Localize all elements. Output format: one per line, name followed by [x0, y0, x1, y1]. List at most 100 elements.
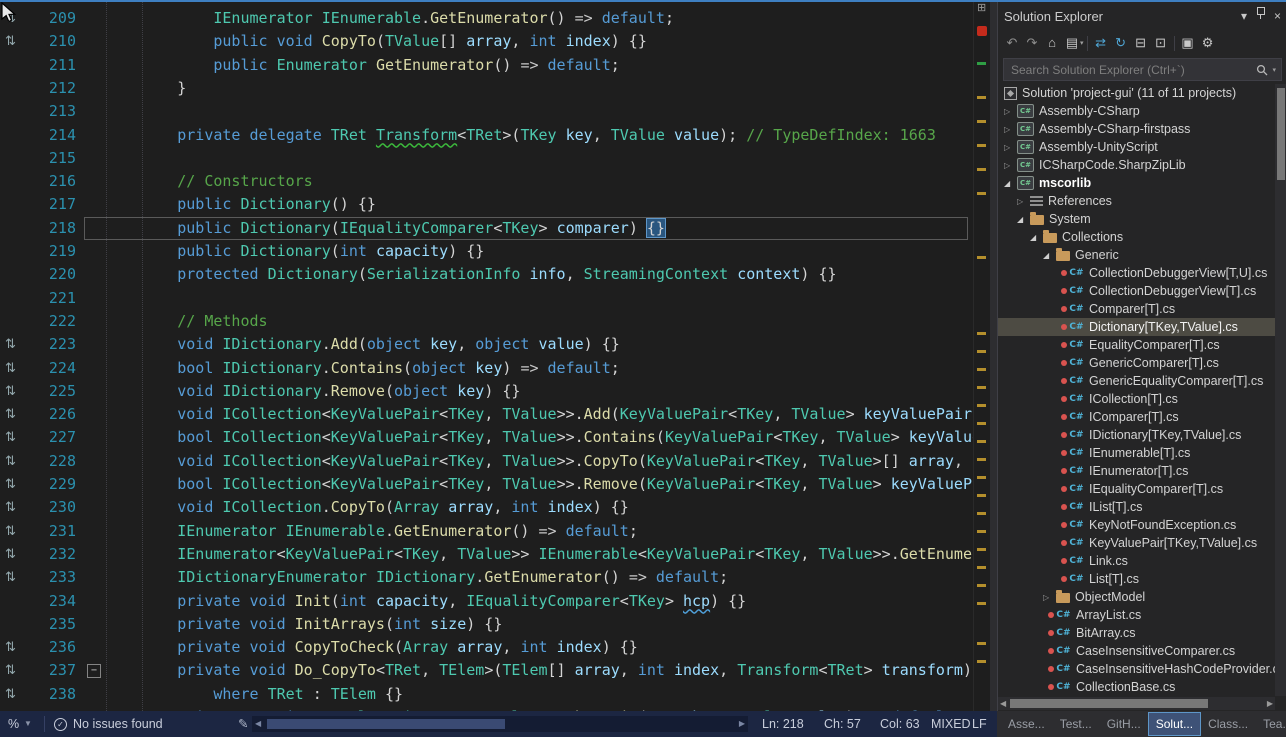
tree-item[interactable]: ▷ObjectModel: [998, 588, 1275, 606]
zoom-caret-icon[interactable]: ▼: [24, 711, 32, 737]
pin-icon[interactable]: [1256, 9, 1265, 23]
line-number[interactable]: 211: [26, 54, 76, 77]
zoom-control[interactable]: %: [8, 711, 19, 737]
tree-item[interactable]: C#EqualityComparer[T].cs: [998, 336, 1275, 354]
line-number[interactable]: 216: [26, 170, 76, 193]
tree-item[interactable]: ◢Generic: [998, 246, 1275, 264]
scrollbar-thumb[interactable]: [1277, 88, 1285, 180]
tree-item[interactable]: C#CaseInsensitiveHashCodeProvider.cs: [998, 660, 1275, 678]
code-line[interactable]: 212 }: [0, 77, 973, 101]
inheritance-indicator-icon[interactable]: ⇅: [5, 636, 16, 659]
line-number[interactable]: 228: [26, 450, 76, 473]
inheritance-indicator-icon[interactable]: ⇅: [5, 450, 16, 473]
line-number[interactable]: 209: [26, 7, 76, 30]
inheritance-indicator-icon[interactable]: ⇅: [5, 659, 16, 682]
line-number[interactable]: 213: [26, 100, 76, 123]
code-line[interactable]: ⇅232 IEnumerator<KeyValuePair<TKey, TVal…: [0, 543, 973, 567]
line-number[interactable]: 226: [26, 403, 76, 426]
code-line[interactable]: ⇅237− private void Do_CopyTo<TRet, TElem…: [0, 659, 973, 683]
expanded-chevron-icon[interactable]: ◢: [1030, 233, 1043, 242]
inheritance-indicator-icon[interactable]: ⇅: [5, 380, 16, 403]
collapsed-chevron-icon[interactable]: ▷: [1043, 593, 1056, 602]
inheritance-indicator-icon[interactable]: ⇅: [5, 403, 16, 426]
tree-item[interactable]: C#IEqualityComparer[T].cs: [998, 480, 1275, 498]
scroll-right-icon[interactable]: ▶: [1267, 699, 1273, 708]
code-line[interactable]: 221: [0, 287, 973, 311]
settings-icon[interactable]: ⚙: [1198, 33, 1218, 53]
tree-item[interactable]: ◢C#mscorlib: [998, 174, 1275, 192]
code-line[interactable]: ⇅231 IEnumerator IEnumerable.GetEnumerat…: [0, 520, 973, 544]
pencil-icon[interactable]: ✎: [238, 711, 248, 737]
sync-with-active-document-icon[interactable]: ⇄: [1091, 33, 1111, 53]
tree-item[interactable]: C#IComparer[T].cs: [998, 408, 1275, 426]
line-number[interactable]: 215: [26, 147, 76, 170]
refresh-icon[interactable]: ↻: [1111, 33, 1131, 53]
line-number[interactable]: 214: [26, 124, 76, 147]
code-line[interactable]: 214 private delegate TRet Transform<TRet…: [0, 124, 973, 148]
line-number[interactable]: 217: [26, 193, 76, 216]
line-number[interactable]: 230: [26, 496, 76, 519]
scroll-left-icon[interactable]: ◀: [1000, 699, 1006, 708]
properties-icon[interactable]: ⊡: [1151, 33, 1171, 53]
tree-item[interactable]: ▷C#ICSharpCode.SharpZipLib: [998, 156, 1275, 174]
tree-item[interactable]: C#IEnumerable[T].cs: [998, 444, 1275, 462]
code-line[interactable]: 219 public Dictionary(int capacity) {}: [0, 240, 973, 264]
collapse-all-icon[interactable]: ⊟: [1131, 33, 1151, 53]
line-number[interactable]: 231: [26, 520, 76, 543]
code-line[interactable]: 211 public Enumerator GetEnumerator() =>…: [0, 54, 973, 78]
line-number[interactable]: 225: [26, 380, 76, 403]
collapsed-chevron-icon[interactable]: ▷: [1004, 107, 1017, 116]
tree-item[interactable]: C#GenericEqualityComparer[T].cs: [998, 372, 1275, 390]
tree-vertical-scrollbar[interactable]: [1275, 84, 1286, 696]
navigate-forward-icon[interactable]: ↷: [1022, 33, 1042, 53]
inheritance-indicator-icon[interactable]: ⇅: [5, 473, 16, 496]
collapsed-chevron-icon[interactable]: ▷: [1004, 125, 1017, 134]
line-number[interactable]: 222: [26, 310, 76, 333]
code-line[interactable]: ⇅226 void ICollection<KeyValuePair<TKey,…: [0, 403, 973, 427]
tree-horizontal-scrollbar[interactable]: ◀ ▶: [998, 697, 1275, 710]
tree-item[interactable]: C#Comparer[T].cs: [998, 300, 1275, 318]
search-box[interactable]: ▾: [1003, 58, 1282, 81]
tree-item[interactable]: C#KeyNotFoundException.cs: [998, 516, 1275, 534]
expanded-chevron-icon[interactable]: ◢: [1004, 179, 1017, 188]
code-line[interactable]: 220 protected Dictionary(SerializationIn…: [0, 263, 973, 287]
inheritance-indicator-icon[interactable]: ⇅: [5, 357, 16, 380]
dropdown-caret-icon[interactable]: ▾: [1080, 39, 1084, 47]
inheritance-indicator-icon[interactable]: ⇅: [5, 426, 16, 449]
tree-item[interactable]: C#List[T].cs: [998, 570, 1275, 588]
code-line[interactable]: ⇅223 void IDictionary.Add(object key, ob…: [0, 333, 973, 357]
home-icon[interactable]: ⌂: [1042, 33, 1062, 53]
code-line[interactable]: ⇅224 bool IDictionary.Contains(object ke…: [0, 357, 973, 381]
code-line[interactable]: ⇅230 void ICollection.CopyTo(Array array…: [0, 496, 973, 520]
line-number[interactable]: 218: [26, 217, 76, 240]
line-number[interactable]: 212: [26, 77, 76, 100]
code-health-icon[interactable]: ✓: [54, 718, 67, 731]
line-ending-indicator[interactable]: LF: [972, 711, 987, 737]
code-line[interactable]: ⇅236 private void CopyToCheck(Array arra…: [0, 636, 973, 660]
code-line[interactable]: 218 public Dictionary(IEqualityComparer<…: [0, 217, 973, 241]
line-number[interactable]: 224: [26, 357, 76, 380]
code-line[interactable]: ⇅238 where TRet : TElem {}: [0, 683, 973, 707]
code-line[interactable]: 215: [0, 147, 973, 171]
line-number[interactable]: 221: [26, 287, 76, 310]
window-position-icon[interactable]: ▾: [1241, 9, 1247, 23]
tree-item[interactable]: ▷C#Assembly-UnityScript: [998, 138, 1275, 156]
close-icon[interactable]: ×: [1274, 9, 1281, 23]
tool-window-tab[interactable]: Solut...: [1149, 713, 1200, 735]
tree-item[interactable]: C#CollectionBase.cs: [998, 678, 1275, 696]
tree-item[interactable]: C#ArrayList.cs: [998, 606, 1275, 624]
code-line[interactable]: ⇅210 public void CopyTo(TValue[] array, …: [0, 30, 973, 54]
indentation-mode-indicator[interactable]: MIXED: [931, 711, 971, 737]
column-indicator[interactable]: Col: 63: [880, 711, 920, 737]
code-line[interactable]: ⇅229 bool ICollection<KeyValuePair<TKey,…: [0, 473, 973, 497]
scroll-left-icon[interactable]: ◀: [255, 720, 261, 728]
tree-item[interactable]: Solution 'project-gui' (11 of 11 project…: [998, 84, 1275, 102]
tree-item[interactable]: C#CaseInsensitiveComparer.cs: [998, 642, 1275, 660]
code-line[interactable]: 235 private void InitArrays(int size) {}: [0, 613, 973, 637]
tree-item[interactable]: C#GenericComparer[T].cs: [998, 354, 1275, 372]
line-number[interactable]: 227: [26, 426, 76, 449]
inheritance-indicator-icon[interactable]: ⇅: [5, 496, 16, 519]
code-line[interactable]: 222 // Methods: [0, 310, 973, 334]
line-number[interactable]: 234: [26, 590, 76, 613]
line-number[interactable]: 232: [26, 543, 76, 566]
